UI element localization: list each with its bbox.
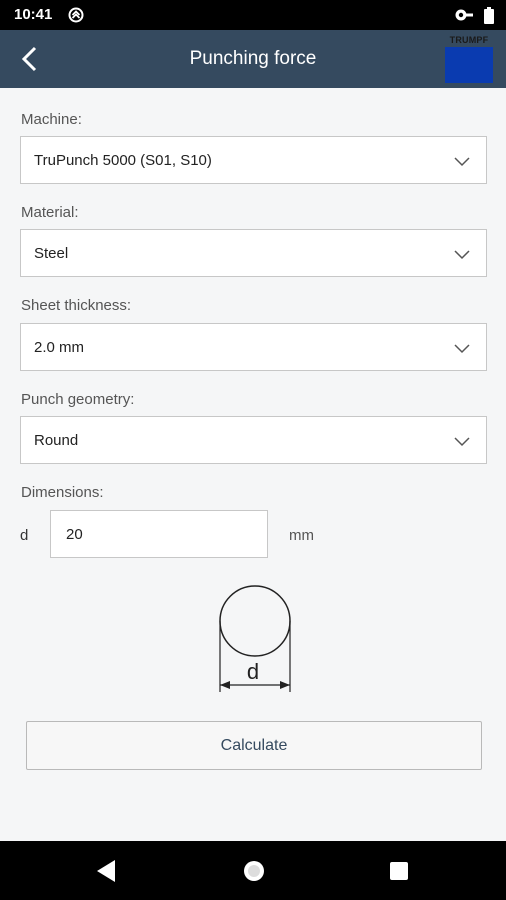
logo-square — [445, 47, 493, 83]
dimensions-label: Dimensions: — [21, 484, 104, 501]
machine-select[interactable]: TruPunch 5000 (S01, S10) — [20, 136, 487, 184]
round-punch-diagram: d — [219, 585, 291, 692]
thickness-select[interactable]: 2.0 mm — [20, 323, 487, 371]
chevron-down-icon — [454, 250, 470, 260]
material-label: Material: — [21, 204, 79, 221]
material-select[interactable]: Steel — [20, 229, 487, 277]
diagram-d-label: d — [247, 659, 259, 684]
nav-back-icon[interactable] — [95, 859, 117, 883]
status-time: 10:41 — [14, 6, 53, 23]
battery-icon — [484, 6, 494, 24]
data-saver-icon — [68, 7, 84, 23]
thickness-value: 2.0 mm — [34, 339, 85, 356]
status-bar: 10:41 — [0, 0, 506, 30]
thickness-label: Sheet thickness: — [21, 297, 132, 314]
status-icons — [454, 6, 494, 24]
android-nav-bar — [0, 841, 506, 900]
machine-value: TruPunch 5000 (S01, S10) — [34, 152, 212, 169]
material-value: Steel — [34, 245, 69, 262]
dimension-d-input[interactable] — [50, 510, 268, 558]
calculate-button[interactable]: Calculate — [26, 721, 482, 770]
logo-text: TRUMPF — [449, 35, 489, 45]
nav-home-icon[interactable] — [243, 860, 265, 882]
chevron-down-icon — [454, 157, 470, 167]
chevron-down-icon — [454, 344, 470, 354]
geometry-value: Round — [34, 432, 79, 449]
dimension-unit: mm — [289, 527, 314, 544]
chevron-down-icon — [454, 437, 470, 447]
geometry-select[interactable]: Round — [20, 416, 487, 464]
nav-recents-icon[interactable] — [390, 862, 408, 880]
machine-label: Machine: — [21, 111, 82, 128]
geometry-label: Punch geometry: — [21, 391, 135, 408]
vpn-key-icon — [455, 9, 473, 21]
app-header: Punching force TRUMPF — [0, 30, 506, 88]
dimension-d-label: d — [20, 527, 29, 544]
trumpf-logo: TRUMPF — [445, 35, 493, 83]
page-title: Punching force — [189, 48, 317, 69]
